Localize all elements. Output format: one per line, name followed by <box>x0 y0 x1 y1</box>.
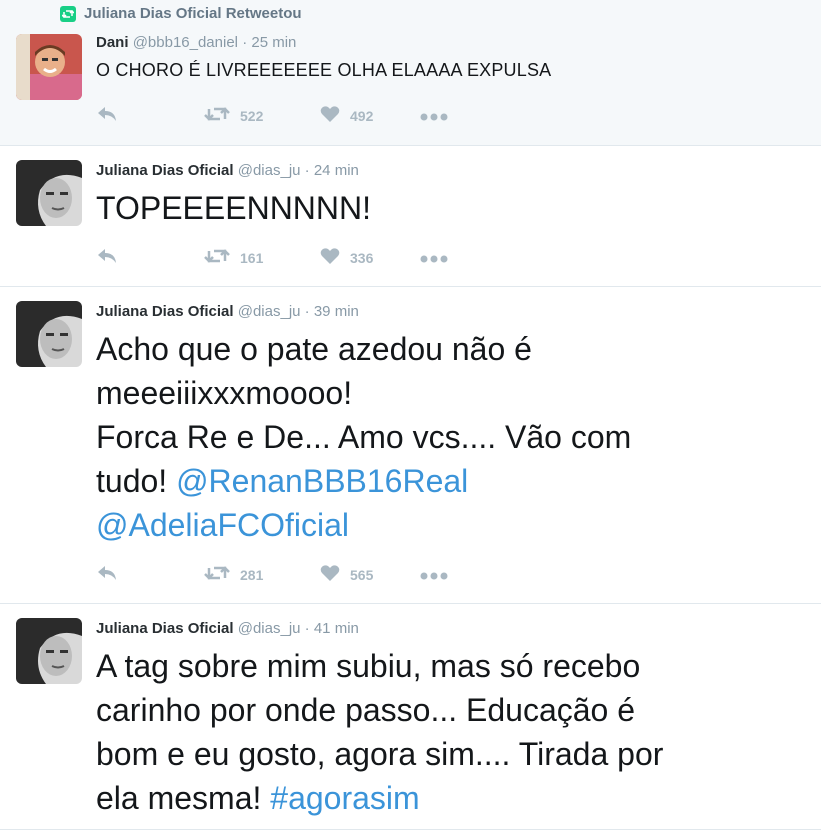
tweet-2[interactable]: Juliana Dias Oficial @dias_ju · 24 min T… <box>0 146 821 287</box>
tweet-text-line: meeeiiixxxmoooo! <box>96 375 353 411</box>
tweet-text: O CHORO É LIVREEEEEEE OLHA ELAAAA EXPULS… <box>96 60 552 80</box>
timestamp[interactable]: 41 min <box>314 620 359 637</box>
heart-icon <box>320 105 340 126</box>
like-button[interactable]: 565 <box>320 564 420 585</box>
retweet-button[interactable]: 161 <box>204 247 320 268</box>
like-count: 565 <box>350 566 374 583</box>
reply-button[interactable] <box>96 248 204 267</box>
avatar[interactable] <box>16 301 82 367</box>
tweet-text-fragment: tudo! <box>96 463 177 499</box>
tweet-text-line: carinho por onde passo... Educação é <box>96 692 636 728</box>
tweet-actions: 281 565 <box>96 564 448 585</box>
avatar[interactable] <box>16 160 82 226</box>
more-icon <box>420 250 448 266</box>
tweet-text-fragment: ela mesma! <box>96 780 271 816</box>
tweet-3[interactable]: Juliana Dias Oficial @dias_ju · 39 min A… <box>0 287 821 604</box>
retweet-context-label[interactable]: Juliana Dias Oficial Retweetou <box>84 5 302 22</box>
tweet-header: Juliana Dias Oficial @dias_ju · 41 min <box>96 620 359 637</box>
retweet-icon <box>204 564 230 585</box>
tweet-actions: 522 492 <box>96 105 448 126</box>
reply-icon <box>96 106 118 125</box>
retweet-button[interactable]: 281 <box>204 564 320 585</box>
tweet-header: Juliana Dias Oficial @dias_ju · 39 min <box>96 303 359 320</box>
tweet-text: TOPEEEENNNNN! <box>96 190 372 226</box>
reply-icon <box>96 248 118 267</box>
author-handle[interactable]: @dias_ju <box>238 162 301 179</box>
more-icon <box>420 567 448 583</box>
tweet-text-line: tudo! @RenanBBB16Real <box>96 459 801 503</box>
like-count: 492 <box>350 107 374 124</box>
tweet-text-line: @AdeliaFCOficial <box>96 503 801 547</box>
like-button[interactable]: 336 <box>320 247 420 268</box>
tweet-1[interactable]: Juliana Dias Oficial Retweetou Dani @bbb… <box>0 0 821 146</box>
reply-button[interactable] <box>96 106 204 125</box>
author-name[interactable]: Juliana Dias Oficial <box>96 620 234 637</box>
author-handle[interactable]: @dias_ju <box>238 620 301 637</box>
timestamp[interactable]: 39 min <box>314 303 359 320</box>
like-count: 336 <box>350 249 374 266</box>
retweet-count: 281 <box>240 566 264 583</box>
retweet-icon <box>204 105 230 126</box>
more-icon <box>420 108 448 124</box>
avatar[interactable] <box>16 34 82 100</box>
reply-icon <box>96 565 118 584</box>
tweet-4[interactable]: Juliana Dias Oficial @dias_ju · 41 min A… <box>0 604 821 830</box>
more-button[interactable] <box>420 567 448 583</box>
retweet-count: 161 <box>240 249 264 266</box>
timeline: Juliana Dias Oficial Retweetou Dani @bbb… <box>0 0 821 830</box>
reply-button[interactable] <box>96 565 204 584</box>
mention-link[interactable]: @AdeliaFCOficial <box>96 507 349 543</box>
heart-icon <box>320 247 340 268</box>
tweet-actions: 161 336 <box>96 247 448 268</box>
mention-link[interactable]: @RenanBBB16Real <box>176 463 468 499</box>
tweet-text-line: A tag sobre mim subiu, mas só recebo <box>96 648 641 684</box>
tweet-text-line: Acho que o pate azedou não é <box>96 331 532 367</box>
tweet-text-line: ela mesma! #agorasim <box>96 776 801 820</box>
retweet-badge-icon <box>60 5 76 22</box>
timestamp[interactable]: 24 min <box>314 162 359 179</box>
author-handle[interactable]: @dias_ju <box>238 303 301 320</box>
like-button[interactable]: 492 <box>320 105 420 126</box>
tweet-header: Juliana Dias Oficial @dias_ju · 24 min <box>96 162 359 179</box>
author-name[interactable]: Juliana Dias Oficial <box>96 303 234 320</box>
tweet-header: Dani @bbb16_daniel · 25 min <box>96 34 296 51</box>
separator: · <box>304 620 310 637</box>
separator: · <box>242 34 248 51</box>
hashtag-link[interactable]: #agorasim <box>270 780 419 816</box>
retweet-icon <box>204 247 230 268</box>
author-name[interactable]: Juliana Dias Oficial <box>96 162 234 179</box>
separator: · <box>304 162 310 179</box>
retweet-count: 522 <box>240 107 264 124</box>
tweet-text-line: Forca Re e De... Amo vcs.... Vão com <box>96 419 632 455</box>
author-handle[interactable]: @bbb16_daniel <box>133 34 238 51</box>
more-button[interactable] <box>420 250 448 266</box>
separator: · <box>304 303 310 320</box>
timestamp[interactable]: 25 min <box>251 34 296 51</box>
more-button[interactable] <box>420 108 448 124</box>
heart-icon <box>320 564 340 585</box>
tweet-text-line: bom e eu gosto, agora sim.... Tirada por <box>96 736 664 772</box>
avatar[interactable] <box>16 618 82 684</box>
tweet-text: Acho que o pate azedou não é meeeiiixxxm… <box>96 327 801 547</box>
author-name[interactable]: Dani <box>96 34 129 51</box>
retweet-button[interactable]: 522 <box>204 105 320 126</box>
tweet-text: A tag sobre mim subiu, mas só recebo car… <box>96 644 801 820</box>
retweet-context: Juliana Dias Oficial Retweetou <box>60 5 302 22</box>
